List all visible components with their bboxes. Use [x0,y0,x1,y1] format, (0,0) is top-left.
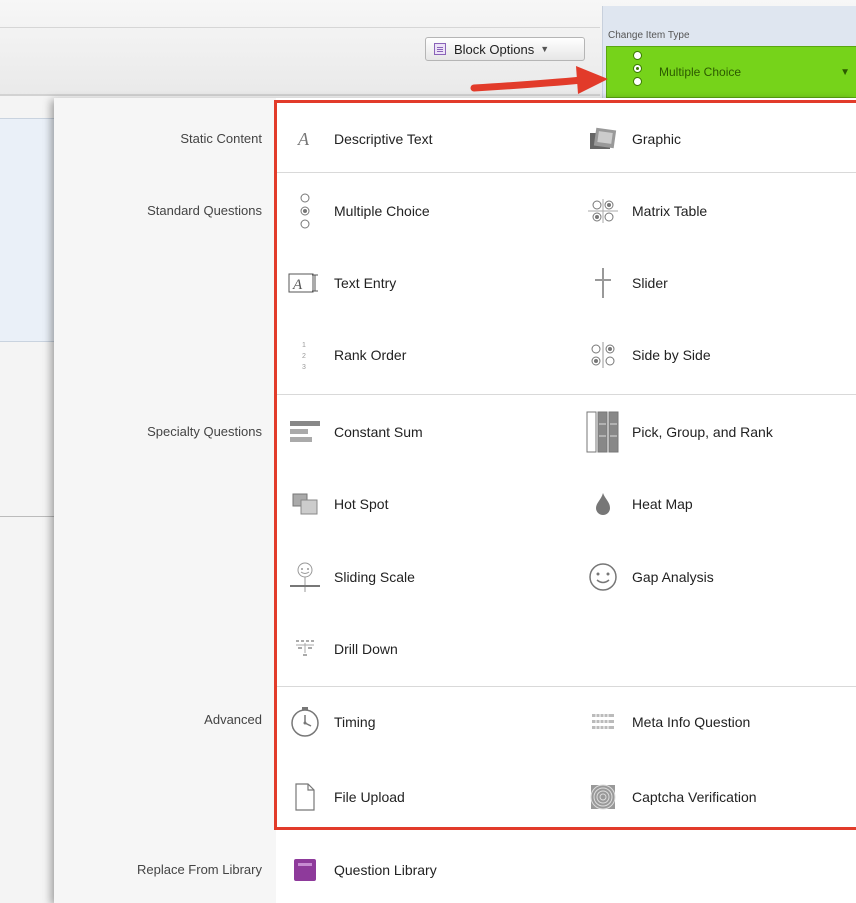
slider-icon [586,265,620,301]
graphic-icon [586,121,620,157]
side-by-side-icon [586,337,620,373]
menu-item-rank-order[interactable]: 123 Rank Order [288,331,406,379]
menu-item-pick-group-rank[interactable]: Pick, Group, and Rank [586,408,773,456]
timing-icon [288,704,322,740]
menu-item-timing[interactable]: Timing [288,698,376,746]
meta-info-icon [586,704,620,740]
svg-text:A: A [292,277,303,293]
constant-sum-icon [288,414,322,450]
gap-analysis-icon [586,559,620,595]
text-entry-icon: A [288,265,322,301]
annotation-arrow [470,66,608,94]
menu-item-matrix-table[interactable]: Matrix Table [586,187,707,235]
menu-section-divider [277,172,856,173]
svg-text:3: 3 [302,364,306,371]
menu-item-heat-map[interactable]: Heat Map [586,480,693,528]
descriptive-text-icon: A [288,121,322,157]
change-item-type-dropdown[interactable]: Multiple Choice ▼ [606,46,856,98]
menu-item-multiple-choice[interactable]: Multiple Choice [288,187,430,235]
menu-section-divider [277,394,856,395]
menu-item-side-by-side[interactable]: Side by Side [586,331,711,379]
matrix-table-icon [586,193,620,229]
menu-item-captcha-verification[interactable]: Captcha Verification [586,773,757,821]
chevron-down-icon: ▼ [540,44,550,54]
block-options-label: Block Options [454,41,535,57]
block-options-icon [434,43,446,55]
category-replace-from-library: Replace From Library [137,862,262,877]
sliding-scale-icon [288,559,322,595]
menu-item-slider[interactable]: Slider [586,259,668,307]
change-item-type-label: Change Item Type [608,30,690,41]
menu-item-drill-down[interactable]: Drill Down [288,625,398,673]
menu-item-constant-sum[interactable]: Constant Sum [288,408,423,456]
menu-item-question-library[interactable]: Question Library [288,846,437,894]
svg-text:2: 2 [302,353,306,360]
menu-item-file-upload[interactable]: File Upload [288,773,405,821]
category-advanced: Advanced [204,712,262,727]
file-upload-icon [288,779,322,815]
question-library-icon [288,852,322,888]
block-divider [0,516,56,517]
menu-item-descriptive-text[interactable]: A Descriptive Text [288,115,433,163]
menu-item-hot-spot[interactable]: Hot Spot [288,480,388,528]
menu-item-graphic[interactable]: Graphic [586,115,681,163]
captcha-icon [586,779,620,815]
block-options-button[interactable]: Block Options ▼ [425,37,585,61]
category-specialty-questions: Specialty Questions [147,424,262,439]
header-divider [0,27,600,28]
menu-item-text-entry[interactable]: A Text Entry [288,259,396,307]
question-block-panel [0,118,56,342]
svg-text:1: 1 [302,342,306,349]
change-item-type-value: Multiple Choice [659,65,742,79]
menu-item-meta-info-question[interactable]: Meta Info Question [586,698,750,746]
menu-section-divider [277,686,856,687]
svg-text:A: A [297,129,310,149]
rank-order-icon: 1 2 3 [288,337,322,373]
pick-group-rank-icon [586,411,620,453]
multiple-choice-icon [288,193,322,229]
menu-item-sliding-scale[interactable]: Sliding Scale [288,553,415,601]
category-static-content: Static Content [180,131,262,146]
hot-spot-icon [288,486,322,522]
heat-map-icon [586,486,620,522]
menu-item-gap-analysis[interactable]: Gap Analysis [586,553,714,601]
category-standard-questions: Standard Questions [147,203,262,218]
drill-down-icon [288,631,322,667]
multiple-choice-icon [633,49,643,90]
chevron-down-icon: ▼ [840,67,850,78]
